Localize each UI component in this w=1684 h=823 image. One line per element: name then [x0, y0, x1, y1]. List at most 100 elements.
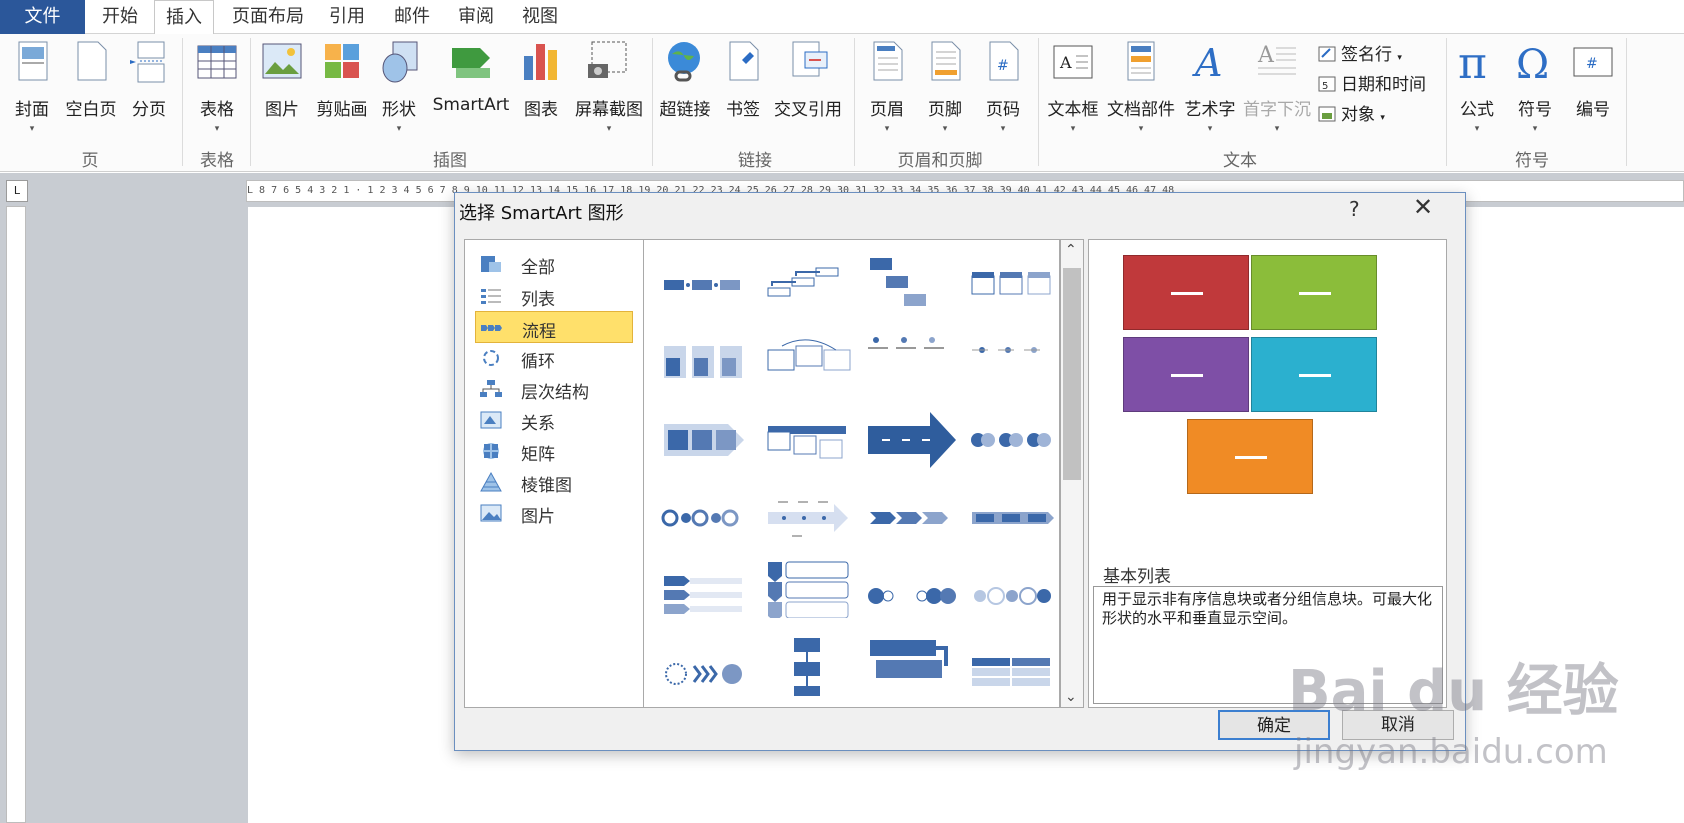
clipart-button[interactable]: 剪贴画: [312, 38, 372, 120]
category-label: 层次结构: [521, 383, 589, 403]
layout-thumbnail[interactable]: [864, 410, 958, 470]
object-button[interactable]: 对象 ▾: [1318, 100, 1385, 125]
layout-thumbnail[interactable]: [658, 410, 752, 470]
layout-thumbnail[interactable]: [864, 566, 958, 626]
category-all[interactable]: 全部: [475, 248, 633, 280]
page-break-button[interactable]: 分页: [126, 38, 172, 120]
equation-button[interactable]: π 公式 ▾: [1452, 38, 1502, 134]
textbox-icon: A: [1053, 45, 1093, 79]
screenshot-icon: [588, 41, 627, 78]
vertical-ruler[interactable]: [6, 206, 26, 823]
cross-reference-button[interactable]: 交叉引用: [770, 38, 846, 120]
layout-thumbnail[interactable]: [966, 566, 1060, 626]
baidu-watermark: Bai du 经验 jingyan.baidu.com: [1288, 646, 1668, 816]
layout-thumbnail[interactable]: [658, 644, 752, 704]
relationship-icon: [480, 411, 502, 429]
layout-thumbnail[interactable]: [966, 644, 1060, 704]
layout-thumbnail[interactable]: [966, 254, 1060, 314]
scrollbar-thumb[interactable]: [1063, 268, 1081, 480]
category-pyramid[interactable]: 棱锥图: [475, 466, 633, 498]
layout-thumbnail[interactable]: [762, 488, 856, 548]
category-list-item[interactable]: 列表: [475, 280, 633, 312]
header-button[interactable]: 页眉 ▾: [864, 38, 910, 134]
tab-selector[interactable]: L: [6, 180, 28, 202]
ribbon-separator: [1446, 38, 1447, 166]
shapes-button[interactable]: 形状 ▾: [377, 38, 421, 134]
tab-page-layout[interactable]: 页面布局: [224, 0, 312, 34]
wordart-button[interactable]: A 艺术字 ▾: [1182, 38, 1238, 134]
scroll-down-icon[interactable]: ⌄: [1065, 689, 1077, 705]
picture-button[interactable]: 图片: [258, 38, 306, 120]
category-cycle[interactable]: 循环: [475, 342, 633, 374]
layout-thumbnail[interactable]: [966, 488, 1060, 548]
layout-thumbnail[interactable]: [864, 488, 958, 548]
layout-thumbnail[interactable]: [658, 488, 752, 548]
cover-page-icon: [18, 41, 48, 81]
group-symbols-label: 符号: [1515, 151, 1549, 171]
tab-home[interactable]: 开始: [92, 0, 148, 34]
layout-thumbnail[interactable]: [658, 254, 752, 314]
quick-parts-label: 文档部件: [1107, 100, 1175, 120]
category-picture[interactable]: 图片: [475, 497, 633, 529]
close-button[interactable]: ✕: [1413, 193, 1433, 221]
preview-box-green: [1251, 255, 1377, 330]
drop-cap-icon: A: [1257, 43, 1296, 75]
date-time-label: 日期和时间: [1341, 75, 1426, 95]
footer-icon: [931, 41, 961, 81]
page-number-button[interactable]: # 页码 ▾: [980, 38, 1026, 134]
tab-mailings[interactable]: 邮件: [384, 0, 440, 34]
tab-insert[interactable]: 插入: [154, 0, 214, 35]
help-button[interactable]: ?: [1349, 197, 1360, 221]
layout-thumbnail[interactable]: [762, 410, 856, 470]
process-icon: [481, 325, 502, 331]
blank-page-button[interactable]: 空白页: [62, 38, 120, 120]
layout-thumbnail[interactable]: [864, 254, 958, 314]
layout-thumbnail[interactable]: [658, 332, 752, 392]
layout-thumbnail[interactable]: [864, 322, 958, 382]
hyperlink-button[interactable]: 超链接: [656, 38, 714, 120]
smartart-button[interactable]: SmartArt: [428, 38, 514, 115]
chart-button[interactable]: 图表: [518, 38, 564, 120]
footer-label: 页脚: [928, 100, 962, 120]
layout-thumbnail[interactable]: [864, 636, 958, 696]
layout-thumbnail[interactable]: [966, 332, 1060, 392]
chart-icon: [524, 44, 557, 80]
layout-thumbnail[interactable]: [966, 410, 1060, 470]
layout-thumbnail[interactable]: [762, 558, 856, 618]
preview-box-cyan: [1251, 337, 1377, 412]
tab-file[interactable]: 文件: [0, 0, 85, 34]
textbox-button[interactable]: A 文本框 ▾: [1044, 38, 1102, 134]
footer-button[interactable]: 页脚 ▾: [922, 38, 968, 134]
table-button[interactable]: 表格 ▾: [192, 38, 242, 134]
tab-review[interactable]: 审阅: [450, 0, 502, 34]
category-hierarchy[interactable]: 层次结构: [475, 373, 633, 405]
layout-thumbnail[interactable]: [658, 566, 752, 626]
page-number-label: 页码: [986, 100, 1020, 120]
tab-references[interactable]: 引用: [322, 0, 372, 34]
svg-text:#: #: [1586, 56, 1598, 72]
svg-text:5: 5: [1322, 81, 1328, 92]
category-process[interactable]: 流程: [475, 311, 633, 343]
cycle-icon: [483, 350, 499, 366]
numbering-button[interactable]: # 编号: [1568, 38, 1618, 120]
symbol-button[interactable]: Ω 符号 ▾: [1510, 38, 1560, 134]
date-time-button[interactable]: 5 日期和时间: [1318, 70, 1426, 95]
screenshot-button[interactable]: 屏幕截图 ▾: [570, 38, 648, 134]
wordart-icon: A: [1192, 41, 1222, 85]
drop-cap-button[interactable]: A 首字下沉 ▾: [1240, 38, 1314, 134]
signature-line-button[interactable]: 签名行 ▾: [1318, 40, 1402, 65]
picture-icon: [480, 504, 502, 522]
layout-thumbnail[interactable]: [762, 332, 856, 392]
page-number-icon: #: [989, 41, 1019, 81]
scroll-up-icon[interactable]: ⌃: [1065, 242, 1077, 258]
preview-layout-name: 基本列表: [1103, 567, 1171, 587]
category-relationship[interactable]: 关系: [475, 404, 633, 436]
tab-view[interactable]: 视图: [514, 0, 566, 34]
category-matrix[interactable]: 矩阵: [475, 435, 633, 467]
quick-parts-button[interactable]: 文档部件 ▾: [1104, 38, 1178, 134]
layout-thumbnail[interactable]: [762, 636, 856, 696]
cover-page-button[interactable]: 封面 ▾: [10, 38, 54, 134]
gallery-scrollbar[interactable]: ⌃ ⌄: [1060, 239, 1084, 708]
layout-thumbnail[interactable]: [762, 254, 856, 314]
bookmark-button[interactable]: 书签: [720, 38, 766, 120]
